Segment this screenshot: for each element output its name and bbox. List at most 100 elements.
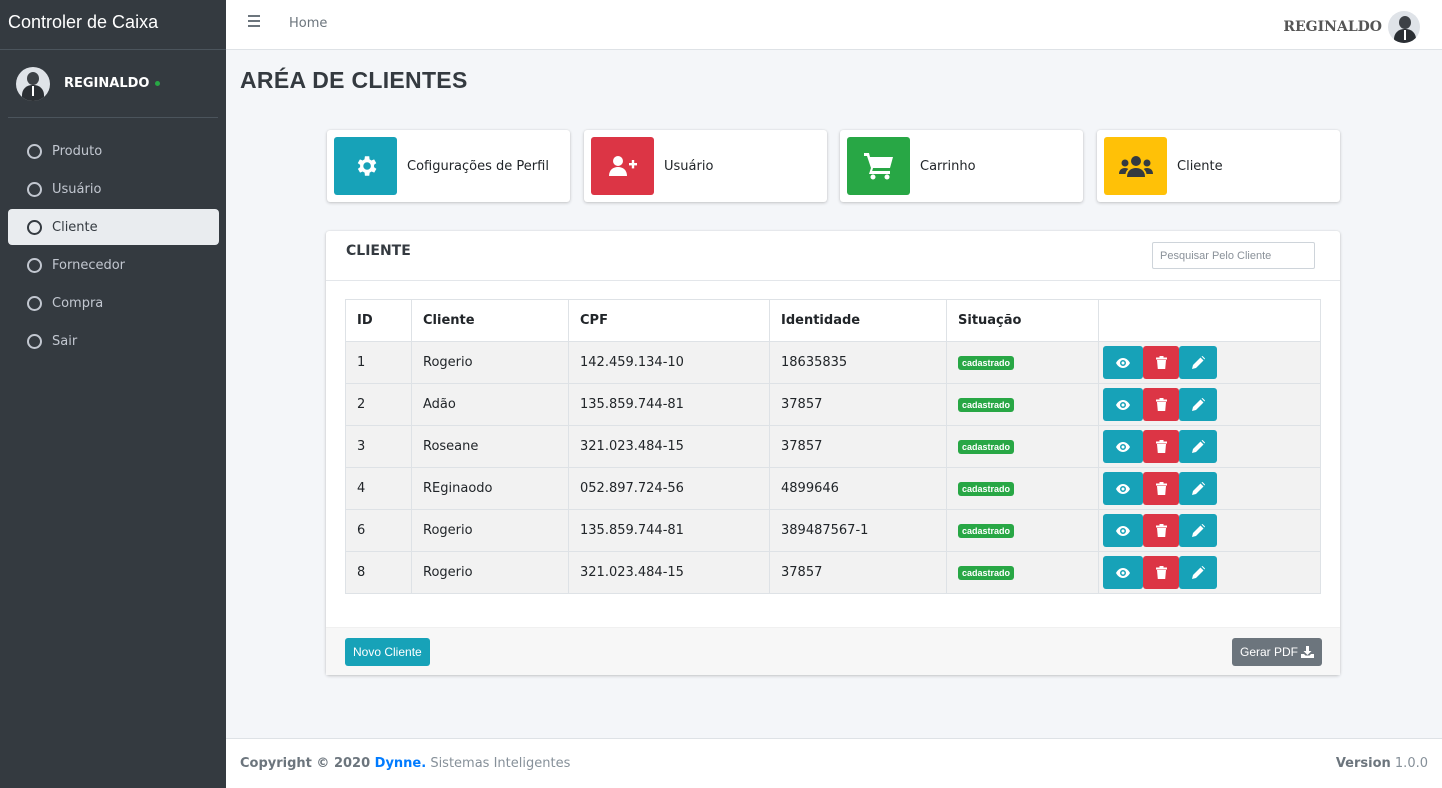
cell-id: 2	[345, 383, 412, 426]
view-button[interactable]	[1103, 556, 1143, 589]
sidebar-item-produto[interactable]: Produto	[8, 133, 219, 169]
status-badge: cadastrado	[958, 524, 1015, 538]
delete-button[interactable]	[1143, 472, 1179, 505]
sidebar-item-compra[interactable]: Compra	[8, 285, 219, 321]
status-badge: cadastrado	[958, 398, 1015, 412]
edit-button[interactable]	[1179, 514, 1217, 547]
column-header-actions	[1098, 299, 1321, 342]
column-header-id[interactable]: ID	[345, 299, 412, 342]
pencil-icon	[1191, 440, 1205, 453]
shortcut-usuario[interactable]: Usuário	[584, 130, 827, 202]
column-header-cpf[interactable]: CPF	[568, 299, 770, 342]
user-menu-name: REGINALDO	[1283, 19, 1382, 35]
edit-button[interactable]	[1179, 346, 1217, 379]
version-value: 1.0.0	[1390, 756, 1428, 771]
cell-situacao: cadastrado	[946, 383, 1099, 426]
gear-icon	[334, 137, 397, 195]
delete-button[interactable]	[1143, 430, 1179, 463]
shortcut-cliente[interactable]: Cliente	[1097, 130, 1340, 202]
status-badge: cadastrado	[958, 440, 1015, 454]
cell-actions	[1098, 509, 1321, 552]
view-button[interactable]	[1103, 346, 1143, 379]
shortcut-label: Usuário	[664, 158, 714, 174]
cell-actions	[1098, 341, 1321, 384]
status-badge: cadastrado	[958, 356, 1015, 370]
cell-situacao: cadastrado	[946, 425, 1099, 468]
cell-cliente: Rogerio	[411, 341, 569, 384]
column-header-situacao[interactable]: Situação	[946, 299, 1099, 342]
edit-button[interactable]	[1179, 472, 1217, 505]
table-header-row: ID Cliente CPF Identidade Situação	[345, 299, 1321, 342]
edit-button[interactable]	[1179, 556, 1217, 589]
search-input[interactable]	[1152, 242, 1315, 269]
delete-button[interactable]	[1143, 388, 1179, 421]
column-header-identidade[interactable]: Identidade	[769, 299, 947, 342]
sidebar-item-label: Produto	[52, 143, 103, 159]
user-menu[interactable]: REGINALDO	[1283, 11, 1420, 43]
circle-icon	[27, 295, 42, 311]
delete-button[interactable]	[1143, 346, 1179, 379]
cell-identidade: 4899646	[769, 467, 947, 510]
brand-title[interactable]: Controler de Caixa	[0, 0, 226, 50]
edit-button[interactable]	[1179, 388, 1217, 421]
trash-icon	[1155, 566, 1167, 579]
page-footer: Copyright © 2020 Dynne. Sistemas Intelig…	[226, 738, 1442, 788]
company-tagline: Sistemas Inteligentes	[426, 756, 571, 771]
cell-cliente: Rogerio	[411, 551, 569, 594]
delete-button[interactable]	[1143, 514, 1179, 547]
cell-id: 6	[345, 509, 412, 552]
table-body: 1 Rogerio 142.459.134-10 18635835 cadastrado…	[345, 341, 1321, 594]
shortcut-label: Carrinho	[920, 158, 976, 174]
sidebar-item-cliente[interactable]: Cliente	[8, 209, 219, 245]
version: Version 1.0.0	[1336, 756, 1428, 771]
view-button[interactable]	[1103, 472, 1143, 505]
sidebar-item-fornecedor[interactable]: Fornecedor	[8, 247, 219, 283]
breadcrumb-home[interactable]: Home	[289, 16, 327, 31]
version-label: Version	[1335, 756, 1391, 771]
delete-button[interactable]	[1143, 556, 1179, 589]
sidebar-item-usuario[interactable]: Usuário	[8, 171, 219, 207]
cell-identidade: 37857	[769, 551, 947, 594]
sidebar-item-label: Usuário	[52, 181, 102, 197]
edit-button[interactable]	[1179, 430, 1217, 463]
pencil-icon	[1191, 524, 1205, 537]
table-row: 6 Rogerio 135.859.744-81 389487567-1 cadastr…	[345, 509, 1321, 552]
eye-icon	[1116, 441, 1130, 452]
cell-cpf: 135.859.744-81	[568, 509, 770, 552]
company-link[interactable]: Dynne.	[375, 756, 427, 771]
cell-id: 8	[345, 551, 412, 594]
cell-situacao: cadastrado	[946, 341, 1099, 384]
trash-icon	[1155, 398, 1167, 411]
new-client-button[interactable]: Novo Cliente	[345, 638, 430, 666]
sidebar-item-label: Cliente	[52, 219, 98, 235]
eye-icon	[1116, 399, 1130, 410]
shortcut-profile-settings[interactable]: Cofigurações de Perfil	[327, 130, 570, 202]
table-row: 2 Adão 135.859.744-81 37857 cadastrado	[345, 383, 1321, 426]
copyright-prefix: Copyright © 2020	[240, 756, 375, 771]
menu-toggle-icon[interactable]	[248, 15, 260, 27]
cell-cpf: 052.897.724-56	[568, 467, 770, 510]
generate-pdf-label: Gerar PDF	[1239, 645, 1298, 659]
trash-icon	[1155, 524, 1167, 537]
shortcut-label: Cliente	[1177, 158, 1223, 174]
column-header-cliente[interactable]: Cliente	[411, 299, 569, 342]
view-button[interactable]	[1103, 388, 1143, 421]
table-row: 4 REginaodo 052.897.724-56 4899646 cadastrad…	[345, 467, 1321, 510]
eye-icon	[1116, 525, 1130, 536]
view-button[interactable]	[1103, 514, 1143, 547]
clients-table: ID Cliente CPF Identidade Situação 1 Roge…	[345, 299, 1321, 594]
cell-identidade: 37857	[769, 425, 947, 468]
cell-id: 3	[345, 425, 412, 468]
generate-pdf-button[interactable]: Gerar PDF	[1231, 638, 1322, 666]
user-name[interactable]: REGINALDO	[64, 76, 149, 91]
status-badge: cadastrado	[958, 566, 1015, 580]
cell-situacao: cadastrado	[946, 509, 1099, 552]
shortcut-carrinho[interactable]: Carrinho	[840, 130, 1083, 202]
cell-cliente: Adão	[411, 383, 569, 426]
shortcut-label: Cofigurações de Perfil	[407, 158, 549, 174]
view-button[interactable]	[1103, 430, 1143, 463]
eye-icon	[1116, 483, 1130, 494]
sidebar-item-sair[interactable]: Sair	[8, 323, 219, 359]
pencil-icon	[1191, 482, 1205, 495]
user-panel[interactable]: REGINALDO	[8, 50, 218, 118]
